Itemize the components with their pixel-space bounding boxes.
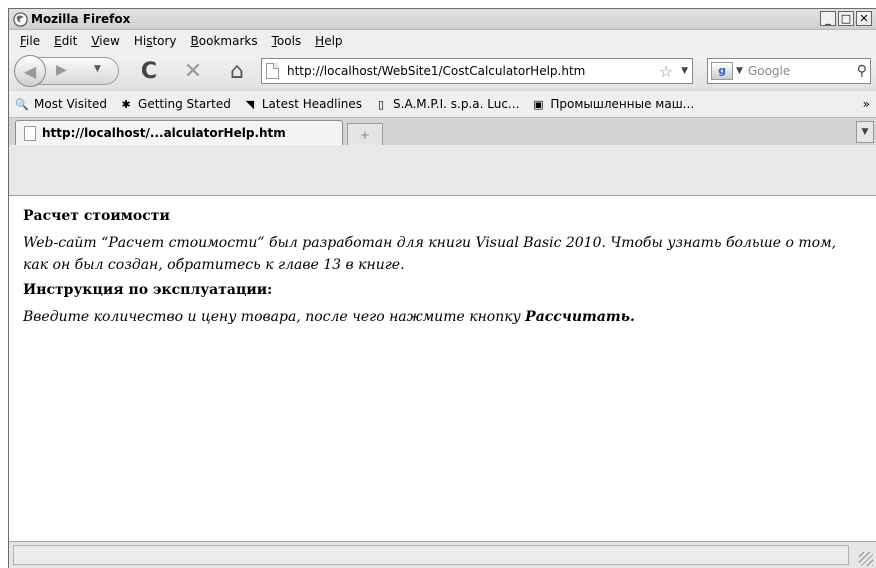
back-forward-group: ◀ ▶ ▼ (14, 55, 119, 87)
bookmark-industrial[interactable]: ▣ Промышленные маш... (531, 97, 694, 111)
status-bar (9, 541, 876, 568)
bookmark-star-icon[interactable]: ☆ (659, 62, 673, 81)
menu-view[interactable]: View (84, 34, 126, 48)
menu-edit[interactable]: Edit (47, 34, 84, 48)
rss-icon: ◥ (245, 97, 255, 111)
page-icon: ▯ (377, 97, 385, 111)
bookmarks-toolbar: 🔍 Most Visited ✱ Getting Started ◥ Latest H… (9, 90, 876, 117)
close-button[interactable]: ✕ (856, 11, 872, 26)
url-input[interactable]: http://localhost/WebSite1/CostCalculator… (287, 64, 653, 78)
menu-tools[interactable]: Tools (265, 34, 309, 48)
firefox-icon (13, 11, 28, 27)
browser-window: Mozilla Firefox _ □ ✕ File Edit View His… (8, 8, 876, 568)
back-button[interactable]: ◀ (14, 55, 46, 87)
address-bar[interactable]: http://localhost/WebSite1/CostCalculator… (261, 58, 693, 84)
instructions-paragraph: Введите количество и цену товара, после … (23, 309, 635, 325)
tab-strip: http://localhost/...alculatorHelp.htm + … (9, 117, 876, 145)
page-icon (24, 125, 36, 141)
menu-file[interactable]: File (13, 34, 47, 48)
description-paragraph: Web-сайт “Расчет стоимости” был разработ… (23, 235, 837, 273)
search-icon[interactable]: ⚲ (857, 63, 867, 79)
reload-icon[interactable]: C (135, 59, 163, 84)
tab-active[interactable]: http://localhost/...alculatorHelp.htm (15, 120, 343, 145)
instructions-heading: Инструкция по эксплуатации: (23, 282, 273, 298)
url-dropdown-icon[interactable]: ▼ (681, 66, 688, 76)
maximize-button[interactable]: □ (838, 11, 854, 26)
menu-bookmarks[interactable]: Bookmarks (184, 34, 265, 48)
calculate-word: Рассчитать (525, 309, 630, 325)
most-visited-icon: 🔍 (15, 97, 29, 111)
stop-icon[interactable]: ✕ (179, 59, 207, 84)
status-field (13, 545, 849, 565)
history-dropdown-button[interactable]: ▼ (94, 64, 101, 74)
search-input[interactable]: Google (748, 64, 857, 78)
search-engine-dropdown-icon[interactable]: ▼ (736, 66, 743, 76)
bookmark-sampi[interactable]: ▯ S.A.M.P.I. s.p.a. Luc... (374, 97, 519, 111)
tab-list-button[interactable]: ▼ (856, 121, 874, 143)
navigation-toolbar: ◀ ▶ ▼ C ✕ ⌂ http://localhost/WebSite1/Co… (9, 52, 876, 90)
site-favicon-icon: ▣ (533, 97, 544, 111)
menu-history[interactable]: History (127, 34, 184, 48)
minimize-button[interactable]: _ (820, 11, 836, 26)
menu-bar: File Edit View History Bookmarks Tools H… (9, 30, 876, 52)
getting-started-icon: ✱ (121, 97, 131, 111)
menu-help[interactable]: Help (308, 34, 349, 48)
tab-label: http://localhost/...alculatorHelp.htm (42, 126, 286, 140)
forward-button[interactable]: ▶ (56, 62, 67, 78)
bookmark-getting-started[interactable]: ✱ Getting Started (119, 97, 230, 111)
new-tab-button[interactable]: + (347, 123, 383, 145)
bookmarks-overflow-button[interactable]: » (863, 97, 870, 111)
back-arrow-icon: ◀ (23, 61, 37, 81)
bookmark-latest-headlines[interactable]: ◥ Latest Headlines (243, 97, 362, 111)
page-heading: Расчет стоимости (23, 208, 170, 224)
search-bar[interactable]: g ▼ Google ⚲ (707, 58, 871, 84)
bookmark-most-visited[interactable]: 🔍 Most Visited (15, 97, 107, 111)
resize-grip-icon[interactable] (859, 552, 873, 566)
home-icon[interactable]: ⌂ (223, 59, 251, 84)
google-icon[interactable]: g (711, 62, 733, 80)
window-title: Mozilla Firefox (31, 12, 131, 26)
title-bar: Mozilla Firefox _ □ ✕ (9, 9, 876, 30)
page-content: Расчет стоимости Web-сайт “Расчет стоимо… (9, 195, 876, 541)
page-icon (266, 63, 279, 79)
